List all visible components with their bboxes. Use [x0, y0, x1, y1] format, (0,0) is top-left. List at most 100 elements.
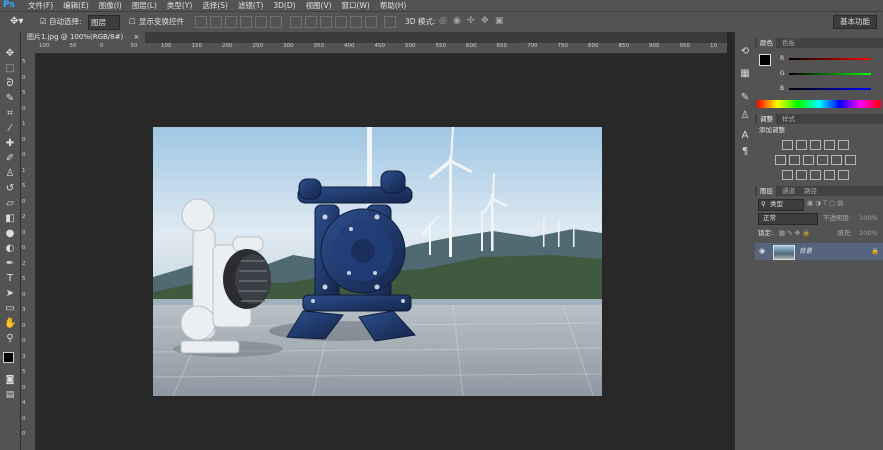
shape-tool-icon[interactable]: ▭: [4, 303, 16, 315]
move-tool-icon[interactable]: ✥: [4, 48, 16, 60]
canvas-image[interactable]: [153, 127, 602, 396]
tab-layers[interactable]: 图层: [757, 186, 776, 196]
distribute-bottom-icon[interactable]: [320, 16, 332, 28]
brush-panel-icon[interactable]: ✎: [739, 92, 751, 104]
move-tool-preset-icon[interactable]: ✥▾: [10, 15, 23, 28]
auto-select-checkbox[interactable]: ☑: [40, 15, 47, 28]
quick-mask-icon[interactable]: ◙: [4, 374, 16, 386]
filter-pixel-icon[interactable]: ▣ ◑ T ▢ ▤: [807, 199, 843, 208]
eyedropper-tool-icon[interactable]: ⁄: [4, 123, 16, 135]
tab-color[interactable]: 颜色: [757, 38, 776, 48]
3d-pan-icon[interactable]: ✣: [467, 15, 475, 28]
3d-scale-icon[interactable]: ▣: [495, 15, 504, 28]
vertical-ruler[interactable]: 5 0 5 0 1 0 0 1 5 0 2 0 0 2 5 0 3 0 0 3 5 0 4 0 0: [21, 53, 36, 450]
blur-tool-icon[interactable]: ●: [4, 228, 16, 240]
distribute-hcenter-icon[interactable]: [350, 16, 362, 28]
3d-roll-icon[interactable]: ◉: [453, 15, 461, 28]
brush-tool-icon[interactable]: ✐: [4, 153, 16, 165]
auto-select-dropdown[interactable]: 图层: [88, 15, 120, 30]
color-balance-icon[interactable]: [789, 155, 800, 165]
menu-type[interactable]: 类型(Y): [162, 0, 197, 11]
menu-layer[interactable]: 图层(L): [127, 0, 162, 11]
gradient-tool-icon[interactable]: ◧: [4, 213, 16, 225]
layer-row-background[interactable]: ◉ 背景 🔒: [755, 243, 883, 260]
menu-file[interactable]: 文件(F): [23, 0, 58, 11]
green-slider[interactable]: [789, 73, 871, 75]
quick-select-tool-icon[interactable]: ✎: [4, 93, 16, 105]
character-icon[interactable]: A: [739, 130, 751, 142]
lock-icons[interactable]: ▦ ✎ ✥ 🔒: [779, 229, 810, 238]
fill-value[interactable]: 100%: [859, 229, 878, 238]
pen-tool-icon[interactable]: ✒: [4, 258, 16, 270]
blue-slider[interactable]: [789, 88, 871, 90]
align-vcenter-icon[interactable]: [210, 16, 222, 28]
distribute-top-icon[interactable]: [290, 16, 302, 28]
invert-icon[interactable]: [782, 170, 793, 180]
channel-mixer-icon[interactable]: [831, 155, 842, 165]
tab-paths[interactable]: 路径: [801, 186, 820, 196]
tab-swatches[interactable]: 色板: [779, 38, 798, 48]
menu-3d[interactable]: 3D(D): [268, 0, 300, 11]
menu-window[interactable]: 窗口(W): [337, 0, 375, 11]
dodge-tool-icon[interactable]: ◐: [4, 243, 16, 255]
tab-adjustments[interactable]: 调整: [757, 114, 776, 124]
black-white-icon[interactable]: [803, 155, 814, 165]
tab-channels[interactable]: 通道: [779, 186, 798, 196]
close-tab-icon[interactable]: ×: [133, 33, 139, 41]
healing-brush-tool-icon[interactable]: ✚: [4, 138, 16, 150]
clone-source-icon[interactable]: ♙: [739, 110, 751, 122]
hue-saturation-icon[interactable]: [775, 155, 786, 165]
color-spectrum-bar[interactable]: [757, 100, 881, 108]
align-right-icon[interactable]: [270, 16, 282, 28]
exposure-icon[interactable]: [824, 140, 835, 150]
threshold-icon[interactable]: [810, 170, 821, 180]
zoom-tool-icon[interactable]: ⚲: [4, 333, 16, 345]
marquee-tool-icon[interactable]: ⬚: [4, 63, 16, 75]
vibrance-icon[interactable]: [838, 140, 849, 150]
brightness-contrast-icon[interactable]: [782, 140, 793, 150]
crop-tool-icon[interactable]: ⌗: [4, 108, 16, 120]
paragraph-icon[interactable]: ¶: [739, 146, 751, 158]
ruler-origin[interactable]: [21, 43, 35, 53]
align-left-icon[interactable]: [240, 16, 252, 28]
distribute-right-icon[interactable]: [365, 16, 377, 28]
curves-icon[interactable]: [810, 140, 821, 150]
selective-color-icon[interactable]: [838, 170, 849, 180]
history-icon[interactable]: ⟲: [739, 46, 751, 58]
photo-filter-icon[interactable]: [817, 155, 828, 165]
align-top-icon[interactable]: [195, 16, 207, 28]
gradient-map-icon[interactable]: [824, 170, 835, 180]
auto-align-icon[interactable]: [384, 16, 396, 28]
hand-tool-icon[interactable]: ✋: [4, 318, 16, 330]
red-slider[interactable]: [789, 58, 871, 60]
layer-filter-dropdown[interactable]: ⚲ 类型: [758, 199, 804, 211]
menu-edit[interactable]: 编辑(E): [58, 0, 94, 11]
distribute-left-icon[interactable]: [335, 16, 347, 28]
horizontal-ruler[interactable]: 100 50 0 50 100 150 200 250 300 350 400 450 500 550 60…: [35, 43, 727, 54]
document-tab[interactable]: 图片1.jpg @ 100%(RGB/8#) ×: [21, 32, 146, 43]
color-foreground-swatch[interactable]: [759, 54, 771, 66]
menu-image[interactable]: 图像(I): [94, 0, 127, 11]
levels-icon[interactable]: [796, 140, 807, 150]
path-selection-tool-icon[interactable]: ➤: [4, 288, 16, 300]
history-brush-tool-icon[interactable]: ↺: [4, 183, 16, 195]
menu-help[interactable]: 帮助(H): [375, 0, 412, 11]
eraser-tool-icon[interactable]: ▱: [4, 198, 16, 210]
layer-name[interactable]: 背景: [799, 247, 812, 256]
menu-view[interactable]: 视图(V): [301, 0, 337, 11]
distribute-vcenter-icon[interactable]: [305, 16, 317, 28]
align-hcenter-icon[interactable]: [255, 16, 267, 28]
posterize-icon[interactable]: [796, 170, 807, 180]
3d-slide-icon[interactable]: ✥: [481, 15, 489, 28]
workspace-switcher[interactable]: 基本功能: [833, 15, 877, 29]
menu-filter[interactable]: 滤镜(T): [233, 0, 268, 11]
screen-mode-icon[interactable]: ▤: [4, 389, 16, 401]
color-lookup-icon[interactable]: [845, 155, 856, 165]
foreground-color-swatch[interactable]: [3, 352, 14, 363]
properties-icon[interactable]: ▦: [739, 68, 751, 80]
show-transform-checkbox[interactable]: ☐: [129, 15, 136, 28]
clone-stamp-tool-icon[interactable]: ♙: [4, 168, 16, 180]
align-bottom-icon[interactable]: [225, 16, 237, 28]
tab-styles[interactable]: 样式: [779, 114, 798, 124]
menu-select[interactable]: 选择(S): [197, 0, 233, 11]
